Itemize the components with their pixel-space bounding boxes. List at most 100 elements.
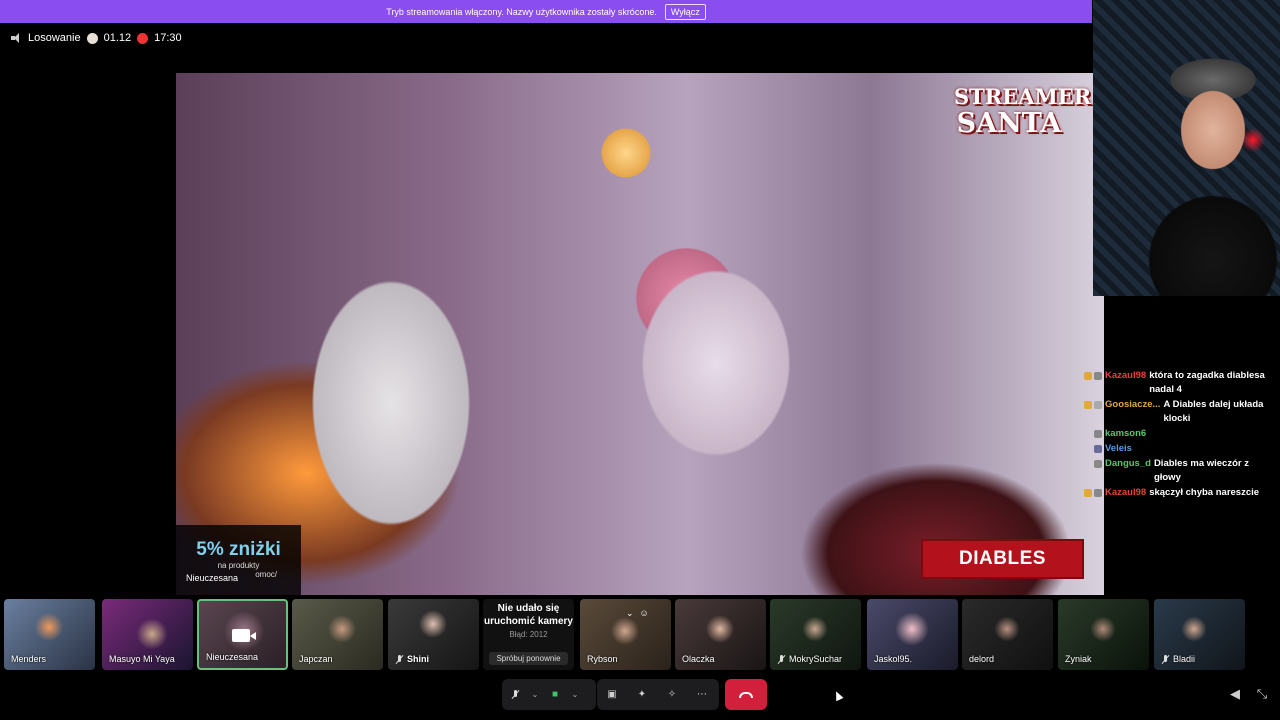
- screen-share-icon[interactable]: ▣: [597, 679, 627, 710]
- chat-badges: [1060, 486, 1102, 497]
- santa-emoji-icon: [86, 32, 98, 44]
- participant-name-row: Olaczka: [682, 654, 715, 664]
- channel-name: Losowanie: [28, 32, 81, 44]
- participant-name-row: Rybson: [587, 654, 618, 664]
- streamer-santa-logo: STREAMER SANTA: [954, 84, 1092, 139]
- participant-name-row: Bladii: [1161, 654, 1195, 664]
- participant-tile[interactable]: Japczan: [292, 599, 383, 670]
- alarm-clock-icon: [137, 32, 149, 44]
- chat-badges: [1060, 442, 1102, 453]
- chat-username[interactable]: Kazaul98: [1105, 486, 1146, 500]
- hang-up-icon: [739, 691, 753, 698]
- add-friend-icon[interactable]: ☺: [640, 608, 649, 619]
- chat-message: Kazaul98 która to zagadka diablesa nadal …: [1060, 369, 1278, 397]
- chat-badge-icon: [1094, 460, 1102, 468]
- chevron-down-icon[interactable]: ⌄: [626, 608, 634, 619]
- chat-username[interactable]: kamson6: [1105, 427, 1146, 441]
- more-options-icon[interactable]: ⋯: [687, 679, 717, 710]
- audio-video-group: ⌄ ■ ⌄: [502, 679, 596, 710]
- chat-text: która to zagadka diablesa nadal 4: [1149, 370, 1265, 395]
- participant-name: Menders: [11, 654, 47, 664]
- participant-name-row: Japczan: [299, 654, 333, 664]
- participant-tiles: Menders Masuyo Mi Yaya Nieuczesana Japczan S…: [0, 599, 1280, 671]
- participant-tile[interactable]: Zyniak: [1058, 599, 1149, 670]
- participant-name-row: Nieuczesana: [206, 652, 258, 662]
- channel-header: Losowanie 01.12 17:30: [10, 31, 182, 45]
- chat-username[interactable]: Kazaul98: [1105, 369, 1146, 383]
- chat-message: Veleis: [1060, 442, 1278, 456]
- participant-name-row: Menders: [11, 654, 46, 664]
- chat-badge-icon: [1094, 401, 1102, 409]
- call-controls: ⌄ ■ ⌄ ▣ ✦ ✧ ⋯ ◀ ⤡: [0, 679, 1280, 711]
- participant-name: Japczan: [299, 654, 333, 664]
- camera-icon: [232, 629, 256, 642]
- chat-message: kamson6: [1060, 427, 1278, 441]
- participant-tile[interactable]: Nieuczesana: [197, 599, 288, 670]
- participant-name-row: Masuyo Mi Yaya: [109, 654, 175, 664]
- participant-tile[interactable]: delord: [962, 599, 1053, 670]
- disconnect-button[interactable]: [725, 679, 767, 710]
- channel-time: 17:30: [154, 32, 182, 44]
- chat-badge-icon: [1094, 489, 1102, 497]
- chat-username[interactable]: Veleis: [1105, 442, 1132, 456]
- camera-error-tile[interactable]: Nie udało się uruchomić kamery Błąd: 2012…: [483, 599, 574, 670]
- participant-tile[interactable]: Shini: [388, 599, 479, 670]
- participant-tile[interactable]: Masuyo Mi Yaya: [102, 599, 193, 670]
- chat-text: skączył chyba nareszcie: [1149, 487, 1260, 498]
- participant-tile[interactable]: Bladii: [1154, 599, 1245, 670]
- disable-streaming-mode-button[interactable]: Wyłącz: [664, 3, 706, 20]
- participant-name: delord: [969, 654, 995, 664]
- muted-microphone-icon: [395, 654, 404, 664]
- camera-retry-button[interactable]: Spróbuj ponownie: [489, 652, 568, 665]
- pip-webcam-video[interactable]: [1093, 0, 1280, 296]
- chat-overlay: Kazaul98 która to zagadka diablesa nadal …: [1060, 369, 1278, 500]
- stream-participant-label: Nieuczesana: [186, 573, 239, 583]
- camera-on-icon[interactable]: ■: [542, 679, 568, 710]
- chat-username[interactable]: Goosiacze...: [1105, 398, 1160, 412]
- soundboard-icon[interactable]: ✧: [657, 679, 687, 710]
- muted-microphone-icon: [777, 654, 786, 664]
- participant-tile[interactable]: Jaskol95.: [867, 599, 958, 670]
- participant-name: Jaskol95.: [874, 654, 913, 664]
- participant-tile[interactable]: MokrySuchar: [770, 599, 861, 670]
- chat-username[interactable]: Dangus_d: [1105, 457, 1151, 471]
- actions-group: ▣ ✦ ✧ ⋯: [597, 679, 719, 710]
- participant-name: Zyniak: [1065, 654, 1092, 664]
- chat-badges: [1060, 398, 1102, 409]
- chat-badge-icon: [1084, 401, 1092, 409]
- tile-hover-actions: ⌄ ☺: [626, 608, 649, 619]
- promo-subtext: na produkty: [217, 561, 260, 570]
- camera-error-code: Błąd: 2012: [509, 630, 548, 639]
- streaming-mode-banner: Tryb streamowania włączony. Nazwy użytko…: [0, 0, 1092, 23]
- chat-message: Dangus_d Diables ma wieczór z głowy: [1060, 457, 1278, 485]
- chat-badge-icon: [1094, 445, 1102, 453]
- participant-name: MokrySuchar: [789, 654, 843, 664]
- microphone-muted-icon[interactable]: [502, 679, 528, 710]
- participant-name-row: delord: [969, 654, 994, 664]
- main-video-stream[interactable]: STREAMER SANTA 5% zniżki na produkty omo…: [176, 73, 1104, 595]
- participant-name-row: Jaskol95.: [874, 654, 912, 664]
- speaker-icon: [10, 32, 22, 44]
- channel-date: 01.12: [103, 32, 132, 44]
- diables-sponsor-logo: DIABLES: [921, 539, 1084, 579]
- participant-name-row: MokrySuchar: [777, 654, 842, 664]
- volume-icon[interactable]: ◀: [1228, 686, 1242, 701]
- muted-microphone-icon: [1161, 654, 1170, 664]
- exit-fullscreen-icon[interactable]: ⤡: [1255, 686, 1269, 701]
- chat-badge-icon: [1084, 489, 1092, 497]
- participant-name: Rybson: [587, 654, 618, 664]
- chat-badges: [1060, 369, 1102, 380]
- discount-promo-overlay: 5% zniżki na produkty omoc/: [176, 525, 301, 595]
- chat-badges: [1060, 457, 1102, 468]
- mic-options-chevron-icon[interactable]: ⌄: [528, 690, 542, 699]
- participant-name-row: Zyniak: [1065, 654, 1092, 664]
- participant-tile[interactable]: Menders: [4, 599, 95, 670]
- participant-tile[interactable]: ⌄ ☺ Rybson: [580, 599, 671, 670]
- chat-text: A Diables dalej układa klocki: [1163, 399, 1264, 424]
- camera-options-chevron-icon[interactable]: ⌄: [568, 690, 582, 699]
- activities-icon[interactable]: ✦: [627, 679, 657, 710]
- participant-name: Bladii: [1173, 654, 1196, 664]
- participant-name: Shini: [407, 654, 429, 664]
- chat-badge-icon: [1084, 372, 1092, 380]
- participant-tile[interactable]: Olaczka: [675, 599, 766, 670]
